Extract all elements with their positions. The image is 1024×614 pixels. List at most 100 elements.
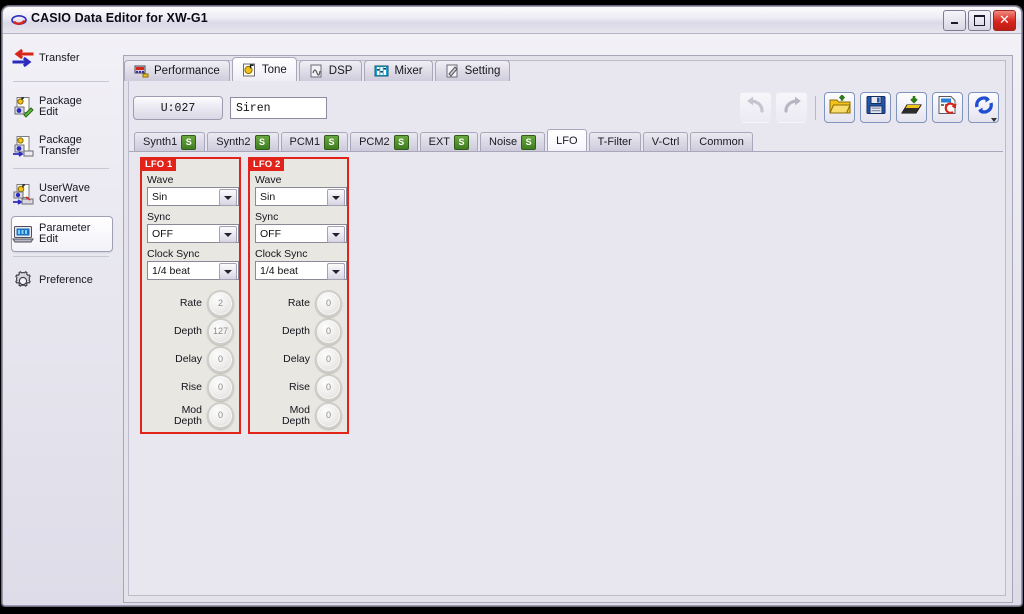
gear-icon (12, 270, 34, 292)
subtab-synth2[interactable]: Synth2 S (207, 132, 279, 151)
chevron-down-icon[interactable] (219, 263, 237, 280)
open-folder-icon (828, 94, 851, 120)
lfo2-mod-depth-knob[interactable]: 0 (315, 402, 342, 429)
package-edit-icon (12, 96, 34, 118)
tab-setting[interactable]: Setting (434, 60, 511, 81)
select-value: OFF (260, 227, 281, 240)
userwave-convert-icon (12, 183, 34, 205)
undo-button[interactable] (740, 92, 771, 123)
lfo1-depth-knob[interactable]: 127 (207, 318, 234, 345)
knob-label: Rate (287, 297, 310, 309)
restore-button[interactable] (932, 92, 963, 123)
save-button[interactable] (860, 92, 891, 123)
tab-dsp[interactable]: DSP (298, 60, 363, 81)
package-transfer-icon (12, 135, 34, 157)
close-button[interactable]: ✕ (993, 10, 1016, 31)
chevron-down-icon[interactable] (327, 263, 345, 280)
chevron-down-icon[interactable] (219, 189, 237, 206)
knob-label: Delay (283, 353, 310, 365)
tab-tone[interactable]: Tone (231, 57, 297, 81)
subtab-lfo[interactable]: LFO (547, 129, 587, 151)
knob-value: 2 (217, 298, 223, 308)
sidebar-item-package-edit[interactable]: Package Edit (11, 89, 113, 125)
knob-label: Delay (175, 353, 202, 365)
tone-name-field[interactable]: Siren (230, 97, 327, 119)
tab-label: DSP (328, 65, 353, 77)
minimize-button[interactable] (943, 10, 966, 31)
lfo2-wave-select[interactable]: Sin (255, 187, 347, 206)
sidebar-item-label: Package Transfer (39, 133, 82, 157)
sidebar: Transfer Package Edit Package Transfer U… (5, 35, 117, 601)
lfo2-delay-row: Delay 0 (283, 346, 342, 373)
tab-label: Setting (464, 65, 501, 77)
open-button[interactable] (824, 92, 855, 123)
lfo2-delay-knob[interactable]: 0 (315, 346, 342, 373)
casio-logo-icon (11, 12, 27, 28)
chevron-down-icon[interactable] (991, 118, 997, 122)
redo-button[interactable] (776, 92, 807, 123)
lfo1-clock-sync-select[interactable]: 1/4 beat (147, 261, 239, 280)
status-badge: S (454, 134, 470, 150)
knob-label: Mod Depth (173, 403, 202, 427)
toolbar-divider (815, 95, 816, 120)
application-window: CASIO Data Editor for XW-G1 ✕ Transfer P… (2, 6, 1022, 606)
subtab-baseline (129, 151, 1003, 152)
lfo2-rise-row: Rise 0 (289, 374, 342, 401)
knob-label: Rise (288, 381, 310, 393)
subtab-t-filter[interactable]: T-Filter (588, 132, 641, 151)
sidebar-item-label: Preference (39, 274, 93, 287)
sidebar-item-package-transfer[interactable]: Package Transfer (11, 128, 113, 164)
chevron-down-icon[interactable] (327, 189, 345, 206)
lfo1-mod-depth-knob[interactable]: 0 (207, 402, 234, 429)
lfo1-delay-knob[interactable]: 0 (207, 346, 234, 373)
lfo1-wave-select[interactable]: Sin (147, 187, 239, 206)
lfo2-rise-knob[interactable]: 0 (315, 374, 342, 401)
panel-title: LFO 1 (142, 159, 177, 171)
tab-mixer[interactable]: Mixer (364, 60, 433, 81)
subtab-noise[interactable]: Noise S (480, 132, 546, 151)
lfo2-clock-sync-select[interactable]: 1/4 beat (255, 261, 347, 280)
performance-icon (134, 64, 149, 78)
lfo2-depth-knob[interactable]: 0 (315, 318, 342, 345)
subtab-label: Noise (489, 136, 518, 148)
lfo1-rate-knob[interactable]: 2 (207, 290, 234, 317)
lfo2-mod-depth-row: Mod Depth 0 (282, 402, 342, 429)
maximize-button[interactable] (968, 10, 991, 31)
knob-value: 0 (217, 382, 223, 392)
subtab-pcm1[interactable]: PCM1 S (280, 132, 349, 151)
status-badge: S (393, 134, 409, 150)
window-title: CASIO Data Editor for XW-G1 (31, 11, 208, 25)
chevron-down-icon[interactable] (219, 226, 237, 243)
write-button[interactable] (896, 92, 927, 123)
subtab-ext[interactable]: EXT S (419, 132, 479, 151)
lfo1-sync-select[interactable]: OFF (147, 224, 239, 243)
lfo2-sync-select[interactable]: OFF (255, 224, 347, 243)
subtab-common[interactable]: Common (690, 132, 753, 151)
sidebar-item-preference[interactable]: Preference (11, 263, 113, 299)
sidebar-item-userwave-convert[interactable]: UserWave Convert (11, 176, 113, 212)
knob-value: 0 (325, 326, 331, 336)
sidebar-item-parameter-edit[interactable]: Parameter Edit (11, 216, 113, 252)
lfo2-rate-knob[interactable]: 0 (315, 290, 342, 317)
chevron-down-icon[interactable] (327, 226, 345, 243)
sidebar-item-transfer[interactable]: Transfer (11, 41, 113, 77)
refresh-sync-icon (973, 95, 995, 120)
field-label: Clock Sync (147, 248, 200, 260)
subtab-pcm2[interactable]: PCM2 S (350, 132, 418, 151)
status-badge: S (254, 134, 270, 150)
select-value: Sin (260, 190, 276, 203)
main-tab-bar: Performance Tone DSP Mixer Setting (124, 57, 512, 81)
knob-value: 0 (217, 354, 223, 364)
refresh-button[interactable] (968, 92, 999, 123)
lfo1-sync-field: Sync OFF (147, 212, 239, 243)
subtab-synth1[interactable]: Synth1 S (134, 132, 206, 151)
tone-number-button[interactable]: U:027 (133, 96, 223, 120)
subtab-label: T-Filter (597, 136, 632, 148)
lfo2-sync-field: Sync OFF (255, 212, 347, 243)
lfo1-rise-knob[interactable]: 0 (207, 374, 234, 401)
window-controls: ✕ (943, 10, 1016, 31)
tab-performance[interactable]: Performance (124, 60, 230, 81)
select-value: OFF (152, 227, 173, 240)
subtab-v-ctrl[interactable]: V-Ctrl (642, 132, 689, 151)
knob-value: 0 (325, 410, 331, 420)
